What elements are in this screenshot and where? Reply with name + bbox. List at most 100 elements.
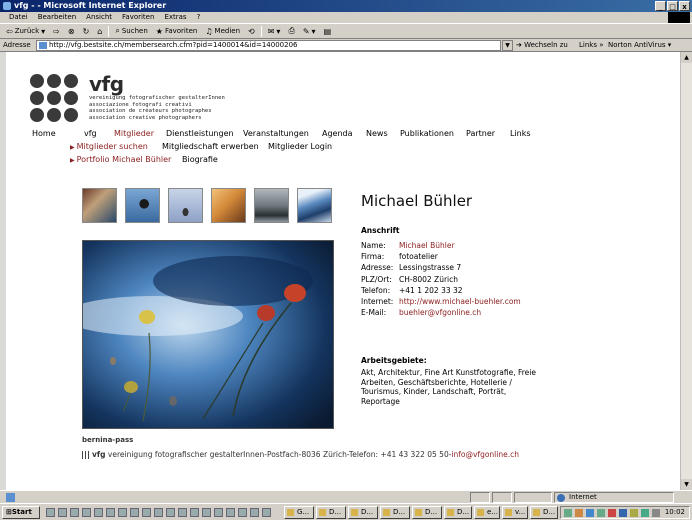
forward-button[interactable]: ⇨	[51, 27, 62, 36]
media-button[interactable]: ♫ Medien	[203, 27, 242, 36]
footer-email-link[interactable]: info@vfgonline.ch	[451, 450, 519, 459]
taskbar-task[interactable]: e...	[474, 506, 500, 519]
tray-icon[interactable]	[641, 509, 649, 517]
portfolio-thumbnail[interactable]	[297, 188, 332, 223]
nav-partner[interactable]: Partner	[466, 129, 495, 138]
taskbar-task[interactable]: D...	[348, 506, 378, 519]
triangle-icon: ▶	[70, 157, 75, 164]
quicklaunch-icon[interactable]	[226, 508, 235, 517]
address-block: Name: Michael Bühler Firma: fotoatelier Ad…	[361, 240, 521, 318]
tray-icon[interactable]	[564, 509, 572, 517]
scroll-up-icon[interactable]: ▲	[681, 52, 692, 63]
search-button[interactable]: ⌕ Suchen	[113, 26, 149, 36]
links-button[interactable]: Links »	[579, 39, 604, 52]
taskbar-task[interactable]: D...	[444, 506, 472, 519]
nav-links[interactable]: Links	[510, 129, 531, 138]
email-link[interactable]: buehler@vfgonline.ch	[399, 307, 481, 318]
print-button[interactable]: ⎙	[286, 26, 296, 36]
address-dropdown-button[interactable]: ▼	[502, 40, 513, 51]
taskbar-task[interactable]: G...	[284, 506, 314, 519]
stop-button[interactable]: ⊗	[66, 27, 77, 36]
quicklaunch-icon[interactable]	[154, 508, 163, 517]
quicklaunch-icon[interactable]	[202, 508, 211, 517]
norton-antivirus-button[interactable]: Norton AntiVirus ▾	[608, 39, 671, 52]
nav-home[interactable]: Home	[32, 129, 56, 138]
quicklaunch-icon[interactable]	[238, 508, 247, 517]
nav-mitglieder[interactable]: Mitglieder	[114, 129, 154, 138]
taskbar-task[interactable]: D...	[380, 506, 410, 519]
refresh-button[interactable]: ↻	[81, 27, 92, 36]
nav-publikationen[interactable]: Publikationen	[400, 129, 454, 138]
menu-favoriten[interactable]: Favoriten	[117, 12, 159, 23]
tray-icon[interactable]	[575, 509, 583, 517]
tray-icon[interactable]	[630, 509, 638, 517]
quicklaunch-icon[interactable]	[70, 508, 79, 517]
quicklaunch-icon[interactable]	[142, 508, 151, 517]
nav-dienstleistungen[interactable]: Dienstleistungen	[166, 129, 234, 138]
taskbar-task[interactable]: v...	[502, 506, 528, 519]
nav-vfg[interactable]: vfg	[84, 129, 97, 138]
menu-bearbeiten[interactable]: Bearbeiten	[33, 12, 81, 23]
quicklaunch-icon[interactable]	[262, 508, 271, 517]
quicklaunch-icon[interactable]	[58, 508, 67, 517]
taskbar-task[interactable]: D...	[412, 506, 442, 519]
tray-icon[interactable]	[619, 509, 627, 517]
quicklaunch-icon[interactable]	[46, 508, 55, 517]
subnav-portfolio[interactable]: ▶ Portfolio Michael Bühler	[70, 155, 171, 164]
go-button[interactable]: ➔ Wechseln zu	[516, 39, 568, 52]
back-button[interactable]: ⇦ Zurück ▾	[4, 27, 47, 36]
favorites-button[interactable]: ★ Favoriten	[154, 27, 200, 36]
subnav-label: Portfolio Michael Bühler	[76, 155, 172, 164]
minimize-button[interactable]: _	[655, 1, 666, 11]
quicklaunch-icon[interactable]	[118, 508, 127, 517]
member-name-heading: Michael Bühler	[361, 192, 473, 210]
menu-extras[interactable]: Extras	[159, 12, 191, 23]
subnav-biografie[interactable]: Biografie	[182, 155, 218, 164]
quicklaunch-icon[interactable]	[106, 508, 115, 517]
menu-datei[interactable]: Datei	[4, 12, 33, 23]
start-button[interactable]: ⊞Start	[2, 506, 40, 519]
scroll-down-icon[interactable]: ▼	[681, 479, 692, 490]
menu-help[interactable]: ?	[192, 12, 206, 23]
nav-news[interactable]: News	[366, 129, 388, 138]
portfolio-thumbnail[interactable]	[125, 188, 160, 223]
quicklaunch-icon[interactable]	[94, 508, 103, 517]
address-row: E-Mail: buehler@vfgonline.ch	[361, 307, 521, 318]
portfolio-thumbnail[interactable]	[211, 188, 246, 223]
history-button[interactable]: ⟲	[246, 27, 257, 36]
quicklaunch-icon[interactable]	[250, 508, 259, 517]
tray-icon[interactable]	[608, 509, 616, 517]
website-link[interactable]: http://www.michael-buehler.com	[399, 296, 521, 307]
quicklaunch-icon[interactable]	[82, 508, 91, 517]
portfolio-thumbnail[interactable]	[254, 188, 289, 223]
status-bar: Internet	[0, 490, 692, 503]
home-button[interactable]: ⌂	[95, 27, 104, 36]
tray-icon[interactable]	[586, 509, 594, 517]
quicklaunch-icon[interactable]	[190, 508, 199, 517]
quicklaunch-icon[interactable]	[214, 508, 223, 517]
edit-button[interactable]: ✎ ▾	[301, 27, 318, 36]
subnav-mitgliedschaft-erwerben[interactable]: Mitgliedschaft erwerben	[162, 142, 259, 151]
nav-veranstaltungen[interactable]: Veranstaltungen	[243, 129, 309, 138]
close-button[interactable]: x	[679, 1, 690, 11]
tray-icon[interactable]	[652, 509, 660, 517]
quicklaunch-icon[interactable]	[166, 508, 175, 517]
quicklaunch-icon[interactable]	[130, 508, 139, 517]
tray-icon[interactable]	[597, 509, 605, 517]
address-key: Telefon:	[361, 285, 391, 295]
address-input[interactable]: http://vfg.bestsite.ch/membersearch.cfm?…	[36, 40, 501, 51]
taskbar-task[interactable]: D...	[530, 506, 558, 519]
discuss-button[interactable]: ▤	[322, 27, 334, 36]
portfolio-thumbnail[interactable]	[82, 188, 117, 223]
portfolio-thumbnail[interactable]	[168, 188, 203, 223]
maximize-button[interactable]: □	[667, 1, 678, 11]
chevron-down-icon: ▾	[41, 26, 46, 36]
menu-ansicht[interactable]: Ansicht	[81, 12, 117, 23]
taskbar-task[interactable]: D...	[316, 506, 346, 519]
subnav-mitglieder-suchen[interactable]: ▶ Mitglieder suchen	[70, 142, 148, 151]
nav-agenda[interactable]: Agenda	[322, 129, 353, 138]
quicklaunch-icon[interactable]	[178, 508, 187, 517]
vertical-scrollbar[interactable]: ▲ ▼	[680, 52, 692, 490]
mail-button[interactable]: ✉ ▾	[266, 27, 283, 36]
subnav-mitglieder-login[interactable]: Mitglieder Login	[268, 142, 332, 151]
